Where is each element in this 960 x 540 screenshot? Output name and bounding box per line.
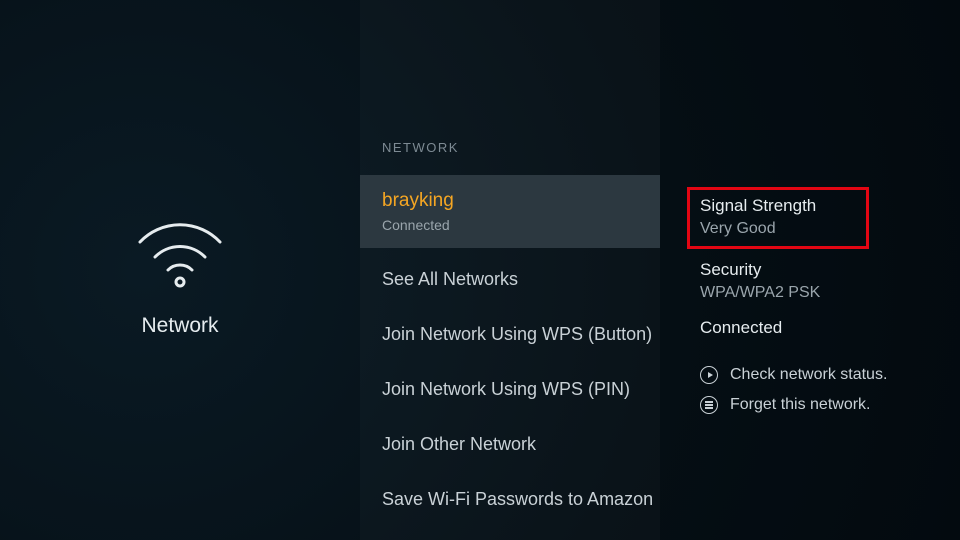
left-pane-title: Network	[141, 314, 218, 338]
option-see-all-networks[interactable]: See All Networks	[360, 252, 660, 307]
security-label: Security	[700, 260, 930, 280]
network-item-connected[interactable]: brayking Connected	[360, 175, 660, 248]
signal-strength-value: Very Good	[700, 220, 856, 238]
action-check-label: Check network status.	[730, 366, 887, 384]
action-forget-label: Forget this network.	[730, 396, 871, 414]
security-value: WPA/WPA2 PSK	[700, 284, 930, 302]
menu-circle-icon	[700, 396, 718, 414]
detail-pane: Signal Strength Very Good Security WPA/W…	[660, 0, 960, 540]
action-forget-network[interactable]: Forget this network.	[700, 396, 930, 414]
network-list-pane: NETWORK brayking Connected See All Netwo…	[360, 0, 660, 540]
highlight-box: Signal Strength Very Good	[687, 187, 869, 249]
action-check-network[interactable]: Check network status.	[700, 366, 930, 384]
section-header: NETWORK	[360, 140, 660, 175]
option-join-other[interactable]: Join Other Network	[360, 417, 660, 472]
signal-strength-label: Signal Strength	[700, 196, 856, 216]
connection-status: Connected	[700, 318, 930, 338]
network-status: Connected	[382, 216, 638, 235]
wifi-icon	[125, 202, 235, 292]
option-wps-pin[interactable]: Join Network Using WPS (PIN)	[360, 362, 660, 417]
option-wps-button[interactable]: Join Network Using WPS (Button)	[360, 307, 660, 362]
network-ssid: brayking	[382, 188, 638, 214]
option-save-passwords[interactable]: Save Wi-Fi Passwords to Amazon	[360, 472, 660, 527]
left-pane: Network	[0, 0, 360, 540]
play-circle-icon	[700, 366, 718, 384]
